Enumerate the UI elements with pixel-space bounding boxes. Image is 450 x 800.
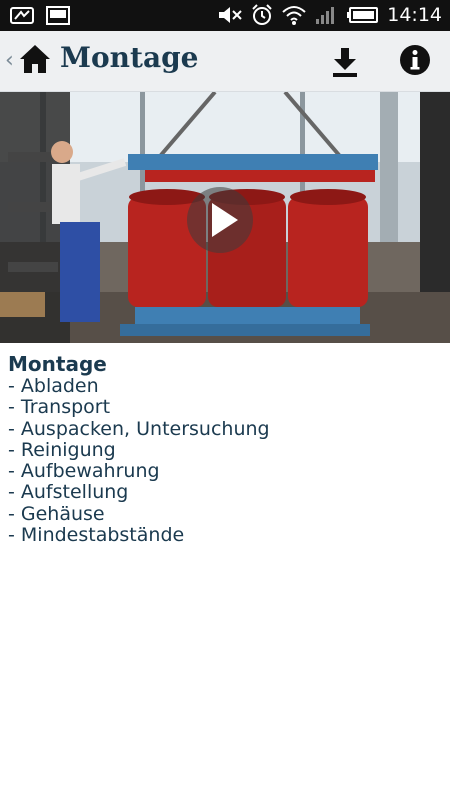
download-icon[interactable] (328, 45, 362, 79)
status-bar: 14:14 (0, 0, 450, 31)
status-left-icons (10, 6, 70, 25)
status-time: 14:14 (387, 4, 442, 26)
home-icon[interactable] (18, 42, 52, 76)
notification-icon (10, 7, 34, 24)
signal-icon (316, 7, 335, 24)
battery-icon (347, 7, 379, 23)
list-item: - Mindestabstände (8, 524, 185, 547)
play-icon (212, 203, 238, 237)
list-item: - Transport (8, 396, 111, 419)
back-chevron-icon[interactable]: ‹ (5, 48, 14, 73)
app-bar: ‹ Montage (0, 31, 450, 92)
page-title: Montage (60, 41, 199, 74)
gallery-icon (46, 6, 70, 25)
list-item: - Gehäuse (8, 502, 105, 525)
content-section: Montage - Abladen - Transport - Auspacke… (8, 352, 438, 546)
info-icon[interactable] (398, 43, 432, 77)
video-player[interactable] (0, 92, 450, 343)
wifi-icon (282, 6, 306, 25)
status-right-icons: 14:14 (217, 4, 442, 26)
list-item: - Abladen (8, 375, 99, 397)
list-item: - Reinigung (8, 438, 116, 461)
topic-list: - Abladen - Transport - Auspacken, Unter… (8, 375, 438, 547)
list-item: - Aufbewahrung (8, 460, 160, 483)
alarm-icon (252, 4, 272, 25)
list-item: - Auspacken, Untersuchung (8, 417, 270, 440)
mute-icon (219, 7, 242, 23)
list-item: - Aufstellung (8, 481, 129, 504)
section-title: Montage (8, 352, 107, 376)
play-button[interactable] (187, 187, 253, 253)
